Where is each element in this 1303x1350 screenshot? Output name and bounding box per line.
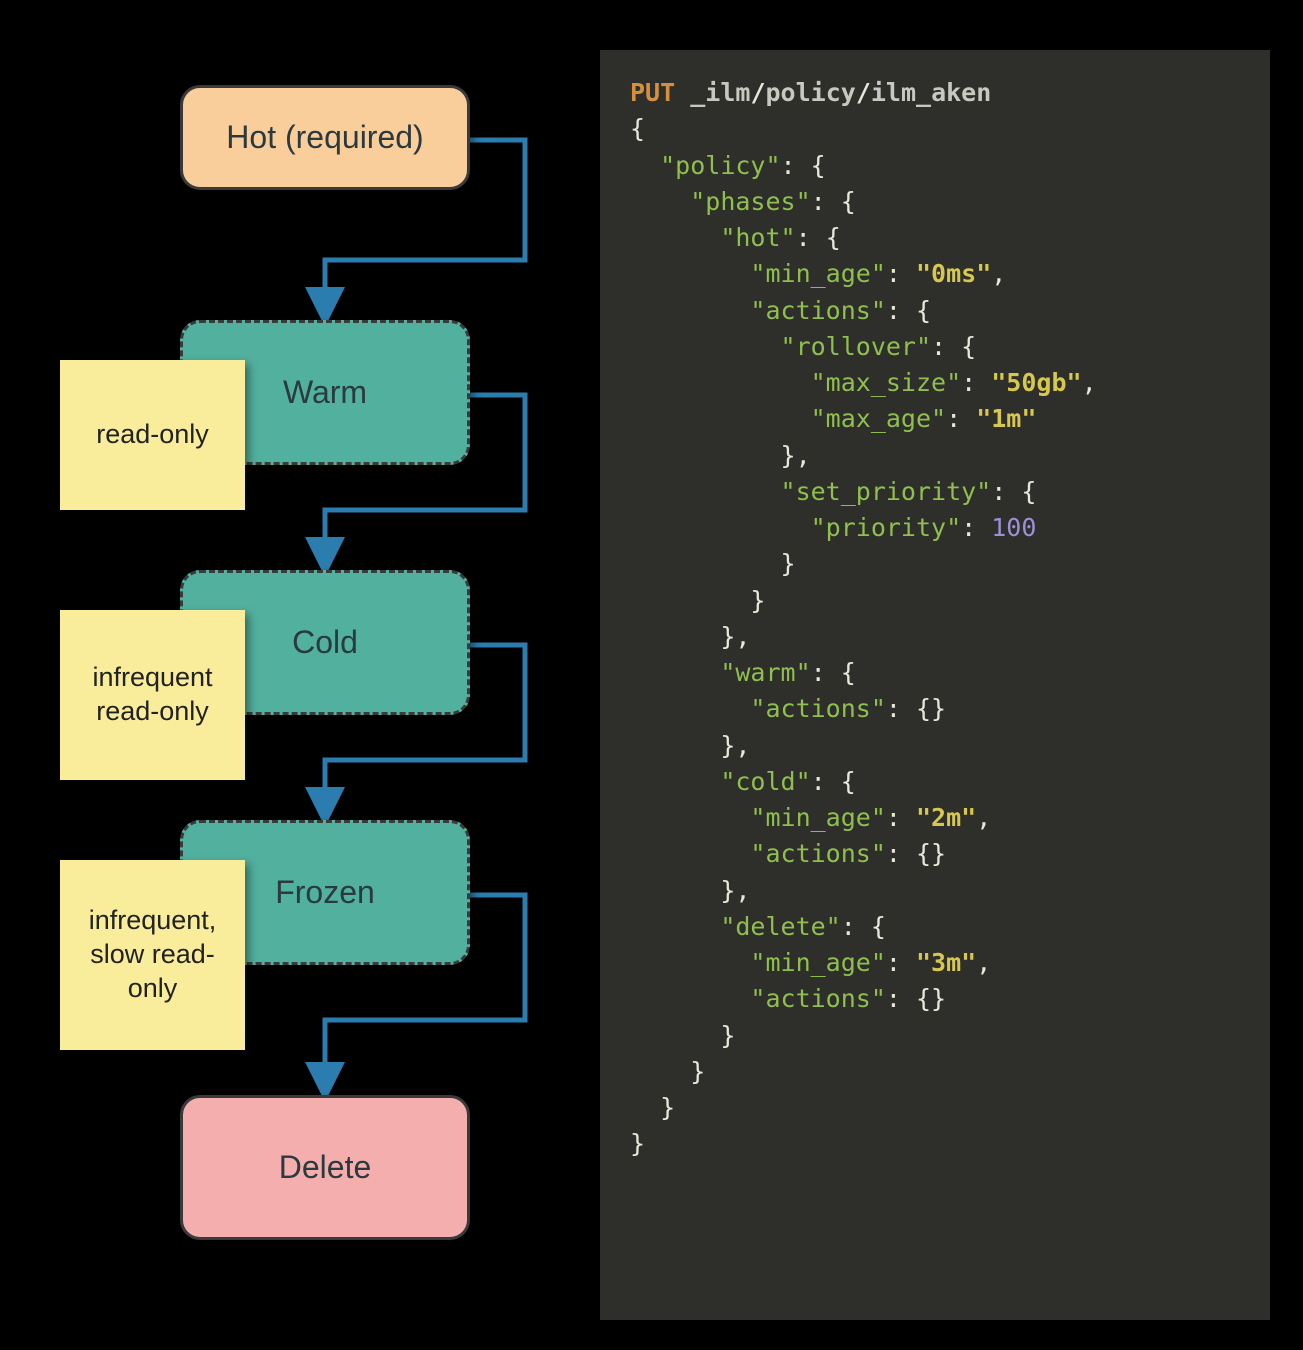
http-method: PUT (630, 78, 675, 107)
phase-warm-note: read-only (60, 360, 245, 510)
path-seg-2: policy (766, 78, 856, 107)
note-text: infrequent read-only (68, 661, 237, 729)
phase-frozen-note: infrequent, slow read-only (60, 860, 245, 1050)
note-text: infrequent, slow read-only (68, 904, 237, 1005)
phase-label: Delete (279, 1149, 372, 1186)
code-panel: PUT _ilm/policy/ilm_aken { "policy": { "… (600, 50, 1270, 1320)
phase-label: Warm (283, 374, 367, 411)
json-body: { "policy": { "phases": { "hot": { "min_… (630, 111, 1240, 1162)
phase-label: Frozen (275, 874, 375, 911)
phase-delete-node: Delete (180, 1095, 470, 1240)
path-seg-3: ilm_aken (871, 78, 991, 107)
phase-cold-note: infrequent read-only (60, 610, 245, 780)
phase-label: Cold (292, 624, 358, 661)
note-text: read-only (96, 418, 209, 452)
phase-hot-node: Hot (required) (180, 85, 470, 190)
path-seg-1: _ilm (690, 78, 750, 107)
request-line: PUT _ilm/policy/ilm_aken (630, 75, 1240, 111)
phase-label: Hot (required) (226, 119, 423, 156)
diagram-panel: Hot (required) Warm read-only Cold infre… (0, 0, 600, 1350)
